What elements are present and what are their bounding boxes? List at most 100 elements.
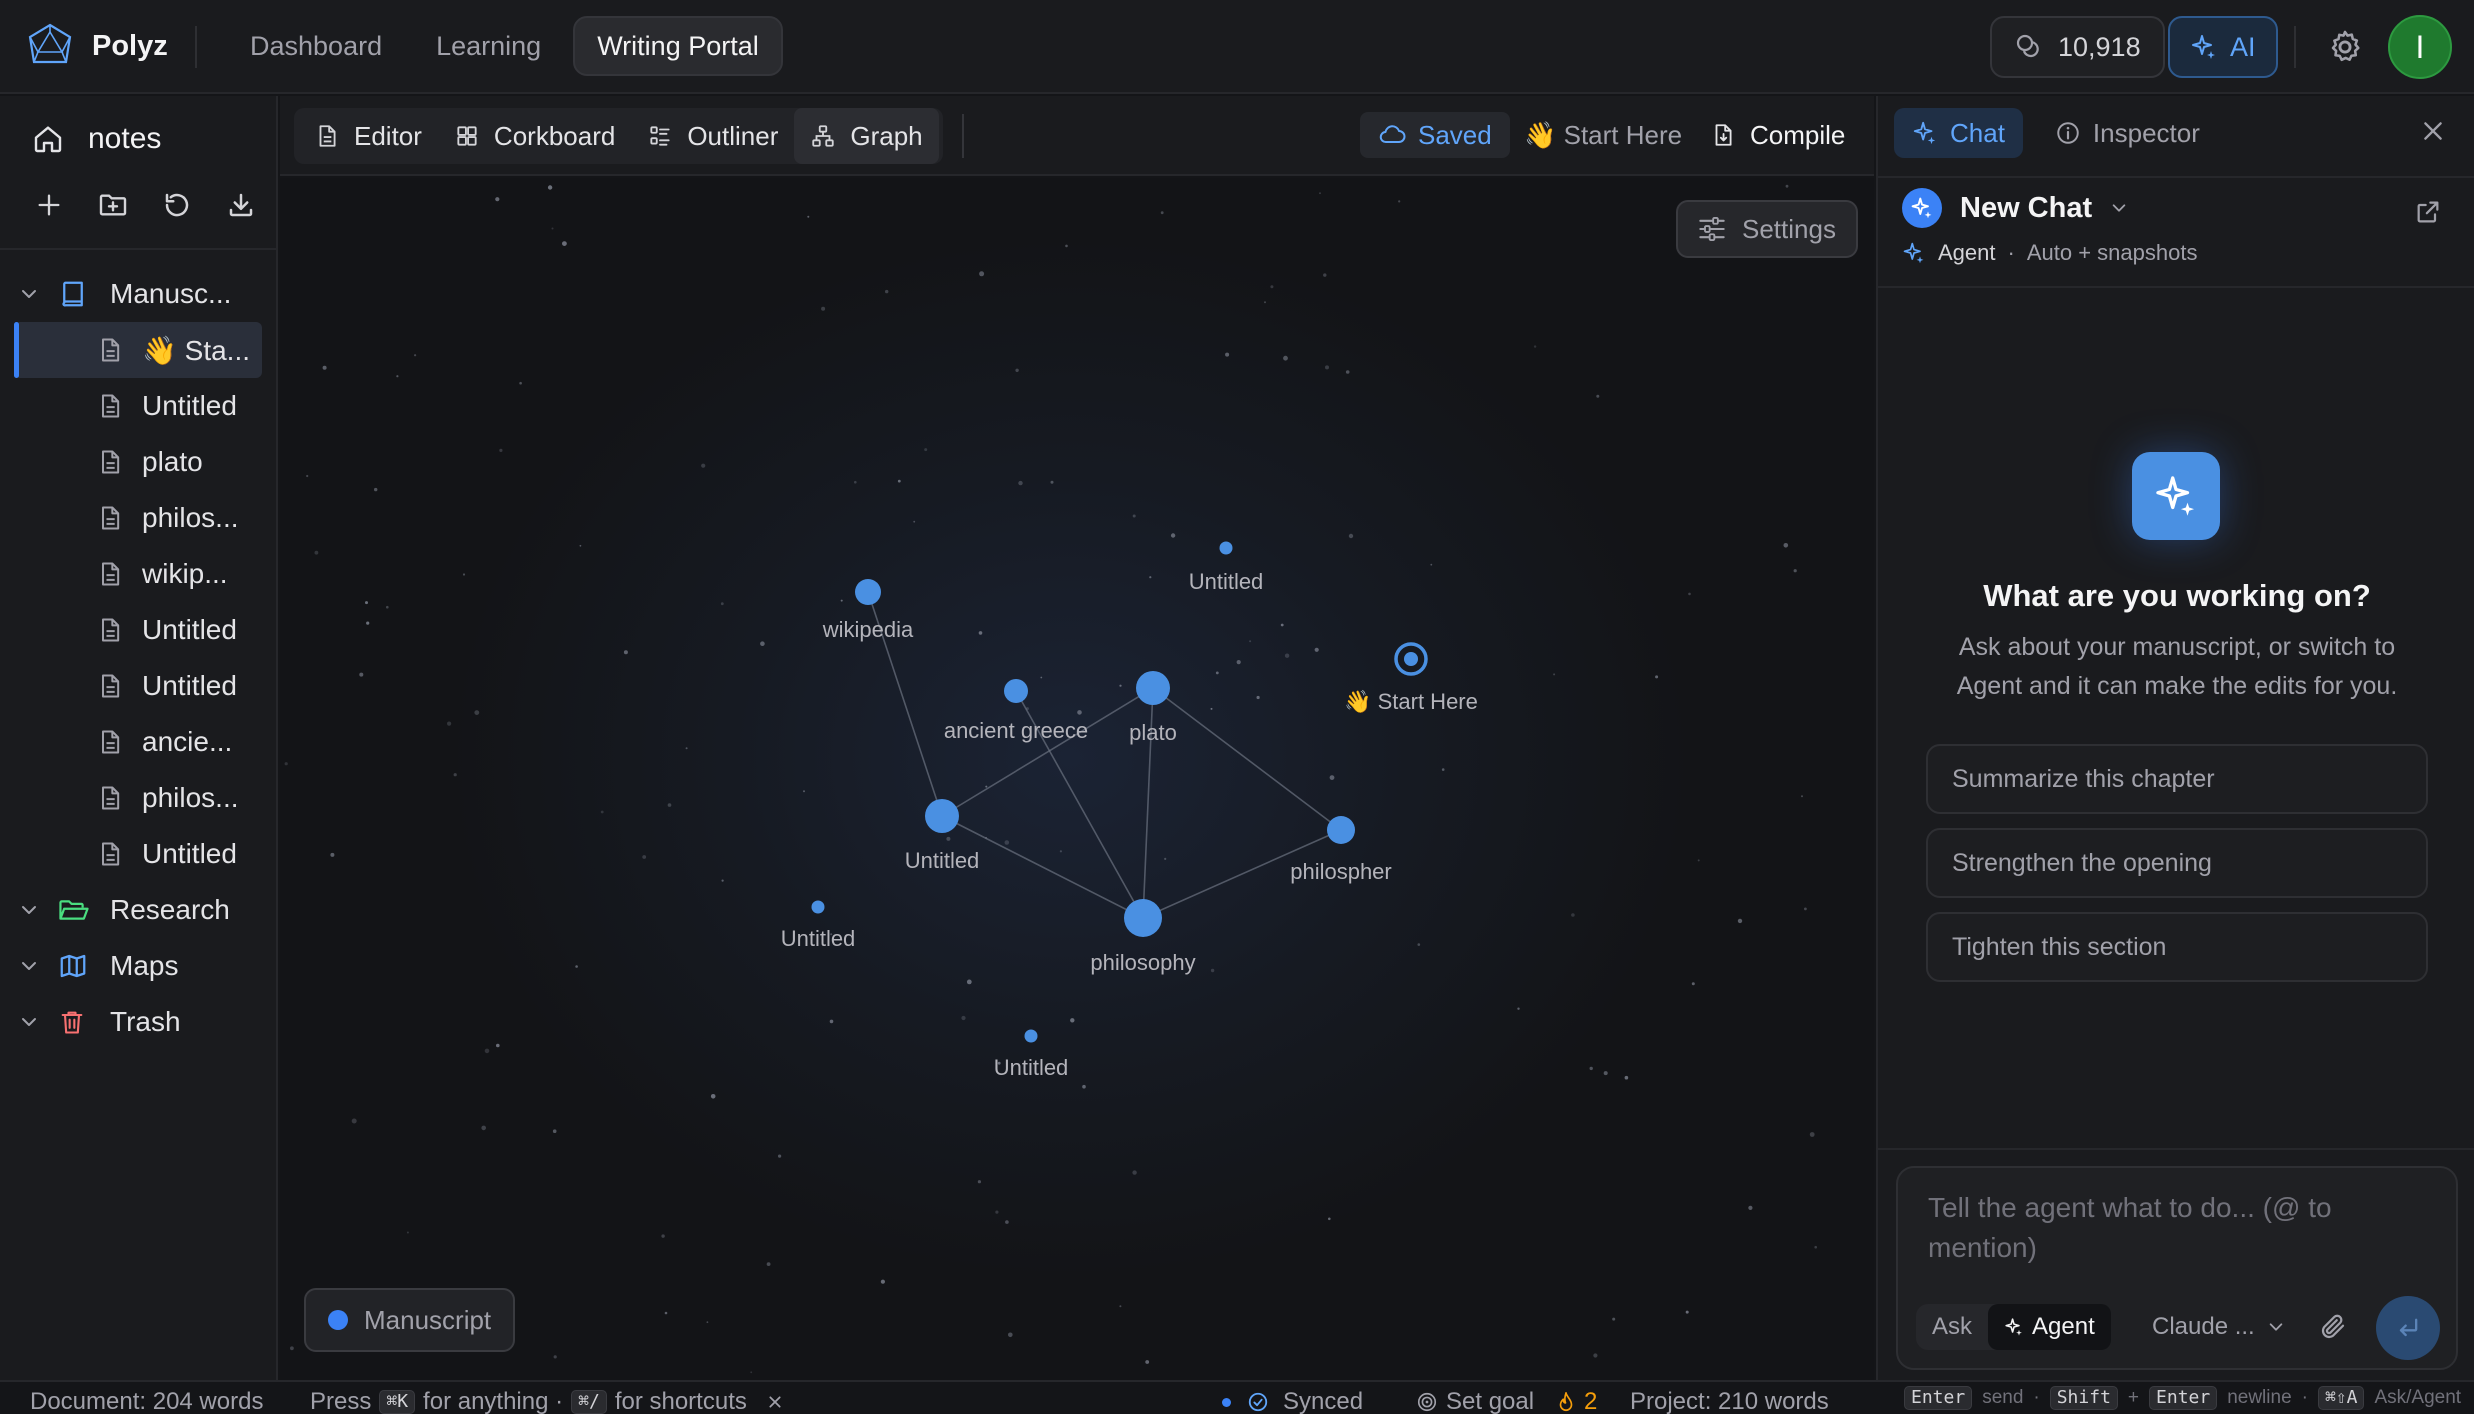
set-goal-button[interactable]: Set goal [1416,1388,1534,1414]
graph-node-untitled-mid[interactable]: Untitled [905,799,980,873]
file-export-icon [1710,122,1736,148]
star [547,185,553,190]
tree-folder-trash[interactable]: Trash [0,994,278,1050]
tree-label: Trash [110,1006,181,1037]
chevron-down-icon[interactable] [0,284,58,304]
node-label: Untitled [905,848,980,873]
tab-inspector[interactable]: Inspector [2037,108,2218,158]
tree-folder-research[interactable]: Research [0,882,278,938]
user-avatar[interactable]: I [2388,15,2452,79]
tree-doc-untitled[interactable]: Untitled [0,602,278,658]
mode-ask-button[interactable]: Ask [1916,1304,1988,1350]
download-button[interactable] [224,188,258,222]
graph-node-untitled-left[interactable]: Untitled [781,900,856,952]
tree-doc-plato[interactable]: plato [0,434,278,490]
tree-folder-manuscript[interactable]: Manusc... [0,266,278,322]
composer-key-hints: Enter send · Shift + Enter newline · ⌘⇧A… [1904,1386,2461,1410]
sidebar-actions [32,188,258,222]
new-folder-button[interactable] [96,188,130,222]
nav-writing-portal[interactable]: Writing Portal [573,16,783,76]
star [1210,968,1215,973]
star [1430,563,1433,566]
settings-gear-button[interactable] [2326,28,2364,66]
graph-legend[interactable]: Manuscript [304,1288,516,1352]
tree-doc-ancient-greece[interactable]: ancie... [0,714,278,770]
star [351,1118,357,1124]
sync-status[interactable]: Synced [1222,1388,1363,1414]
star [760,641,765,646]
model-select[interactable]: Claude ... [2152,1306,2285,1348]
tree-doc-philosophy[interactable]: philos... [0,490,278,546]
mode-agent-button[interactable]: Agent [1988,1304,2111,1350]
star [1119,1305,1122,1308]
chevron-down-icon[interactable] [0,900,58,920]
star [1325,365,1329,370]
suggestion-summarize[interactable]: Summarize this chapter [1926,744,2428,814]
mode-sub: Auto + snapshots [2026,240,2198,265]
send-button[interactable] [2376,1296,2440,1360]
document-icon [96,840,142,868]
compile-button[interactable]: Compile [1710,112,1845,158]
graph-settings-button[interactable]: Settings [1676,200,1858,258]
compile-label: Compile [1750,119,1846,150]
dismiss-hint-button[interactable] [755,1394,783,1410]
brand[interactable]: Polyz [26,22,168,70]
suggestion-strengthen[interactable]: Strengthen the opening [1926,828,2428,898]
star [1170,533,1176,538]
graph-node-plato[interactable]: plato [1129,671,1177,745]
tree-doc-untitled[interactable]: Untitled [0,826,278,882]
graph-node-untitled-top[interactable]: Untitled [1189,541,1264,595]
chat-title-dropdown[interactable]: New Chat [1902,188,2462,228]
tree-doc-wikipedia[interactable]: wikip... [0,546,278,602]
tab-outliner[interactable]: Outliner [631,108,794,164]
close-panel-button[interactable] [2420,118,2446,144]
star [1655,675,1659,679]
graph-canvas[interactable]: wikipedia Untitled ancient greece plato … [280,178,1874,1380]
suggestion-tighten[interactable]: Tighten this section [1926,912,2428,982]
tab-corkboard[interactable]: Corkboard [438,108,631,164]
legend-label: Manuscript [364,1304,492,1335]
star [1215,671,1219,675]
nav-dashboard[interactable]: Dashboard [228,16,404,76]
graph-node-untitled-bottom[interactable]: Untitled [994,1029,1069,1081]
nav-learning[interactable]: Learning [414,16,563,76]
chat-mode-info: Agent · Auto + snapshots [1902,240,2462,266]
tab-graph[interactable]: Graph [794,108,939,164]
graph-node-philospher[interactable]: philospher [1290,816,1392,884]
graph-node-ancient-greece[interactable]: ancient greece [944,679,1088,743]
tree-label: philos... [142,782,239,813]
chat-input[interactable]: Tell the agent what to do... (@ to menti… [1928,1188,2408,1268]
star [1804,907,1807,911]
attach-button[interactable] [2318,1312,2348,1342]
tree-doc-philospher[interactable]: philos... [0,770,278,826]
tree-doc-start-here[interactable]: 👋 Sta... [14,322,262,378]
star [1571,913,1575,917]
graph-svg[interactable]: wikipedia Untitled ancient greece plato … [280,178,1874,1380]
graph-node-wikipedia[interactable]: wikipedia [822,579,914,642]
star [1533,345,1537,348]
start-here-link[interactable]: 👋 Start Here [1524,112,1682,158]
ai-button[interactable]: AI [2168,16,2278,78]
chevron-down-icon[interactable] [0,1012,58,1032]
star [374,487,378,492]
popout-button[interactable] [2414,198,2442,226]
coins-icon [2014,32,2044,62]
tree-doc-untitled[interactable]: Untitled [0,378,278,434]
tab-editor[interactable]: Editor [298,108,438,164]
grid-icon [454,123,480,149]
star [1225,352,1230,357]
chevron-down-icon[interactable] [0,956,58,976]
divider [962,114,964,158]
home-link[interactable]: notes [32,122,161,156]
credits-button[interactable]: 10,918 [1990,16,2165,78]
refresh-button[interactable] [160,188,194,222]
graph-node-start-here[interactable]: 👋 Start Here [1344,642,1478,715]
tree-folder-maps[interactable]: Maps [0,938,278,994]
graph-node-philosophy[interactable]: philosophy [1090,899,1196,975]
tree-doc-untitled[interactable]: Untitled [0,658,278,714]
star [1589,1066,1593,1071]
tab-chat[interactable]: Chat [1894,108,2023,158]
kbd-enter: Enter [1904,1386,1973,1410]
add-document-button[interactable] [32,188,66,222]
saved-status[interactable]: Saved [1360,112,1510,158]
